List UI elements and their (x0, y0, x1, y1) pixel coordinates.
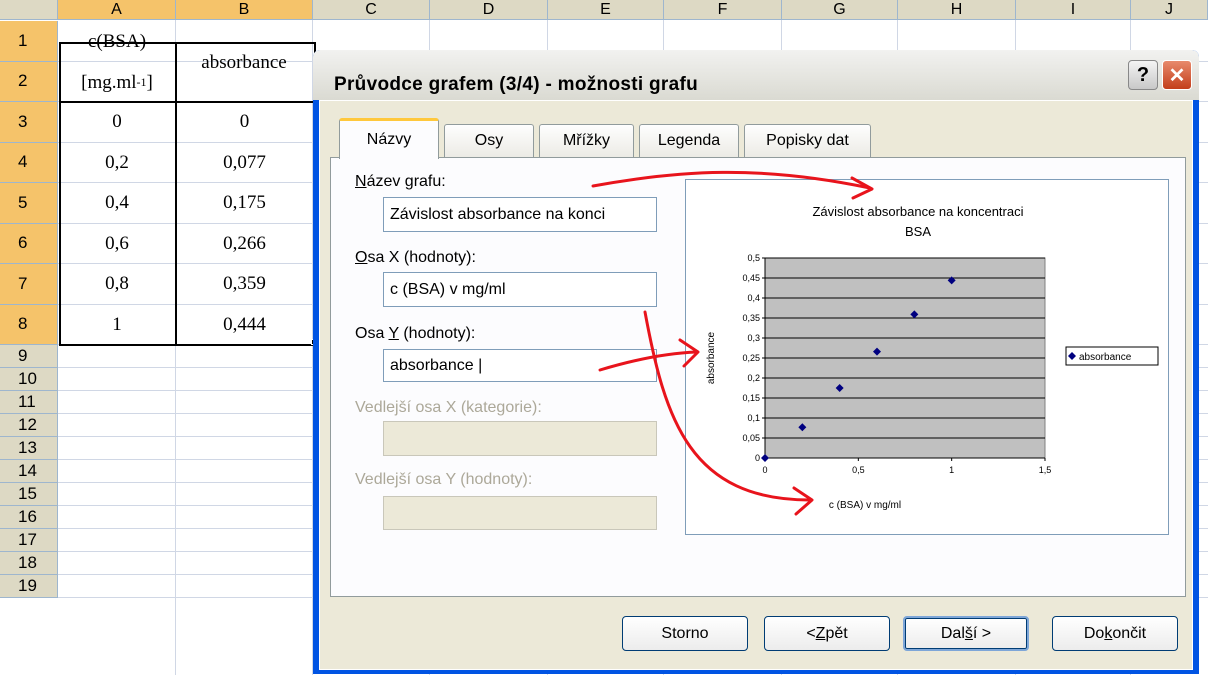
row-header-9[interactable]: 9 (0, 345, 58, 368)
x-tick-label: 0,5 (852, 465, 865, 475)
row-header-3[interactable]: 3 (0, 102, 58, 143)
y-axis-title: absorbance (706, 331, 717, 384)
secondary-y-axis-label: Vedlejší osa Y (hodnoty): (355, 471, 533, 488)
table-border-h (59, 101, 314, 103)
next-button[interactable]: Dal š í > (903, 616, 1029, 651)
column-header-e[interactable]: E (548, 0, 664, 20)
secondary-y-axis-input (383, 496, 657, 530)
selected-range (59, 42, 316, 346)
column-header-j[interactable]: J (1131, 0, 1208, 20)
y-tick-label: 0 (755, 453, 760, 463)
column-header-b[interactable]: B (176, 0, 313, 20)
column-header-h[interactable]: H (898, 0, 1016, 20)
row-header-13[interactable]: 13 (0, 437, 58, 460)
cancel-button[interactable]: Storno (622, 616, 748, 651)
tab-nazvy[interactable]: Názvy (339, 118, 439, 159)
row-header-2[interactable]: 2 (0, 61, 58, 102)
secondary-x-axis-input (383, 421, 657, 456)
column-header-g[interactable]: G (782, 0, 898, 20)
row-header-19[interactable]: 19 (0, 575, 58, 598)
row-header-16[interactable]: 16 (0, 506, 58, 529)
y-tick-label: 0,35 (742, 313, 760, 323)
tab-mrizky[interactable]: Mřížky (539, 124, 634, 157)
tab-popisky-dat[interactable]: Popisky dat (744, 124, 871, 157)
column-header-c[interactable]: C (313, 0, 430, 20)
select-all-corner[interactable] (0, 0, 58, 20)
close-button[interactable]: ✕ (1162, 60, 1192, 90)
row-header-1[interactable]: 1 (0, 21, 58, 62)
y-tick-label: 0,1 (747, 413, 760, 423)
secondary-x-axis-label: Vedlejší osa X (kategorie): (355, 399, 542, 416)
dialog-title: Průvodce grafem (3/4) - možnosti grafu (334, 74, 699, 95)
back-button[interactable]: < Zpět (764, 616, 890, 651)
column-header-d[interactable]: D (430, 0, 548, 20)
y-tick-label: 0,2 (747, 373, 760, 383)
y-axis-label: Osa Y (hodnoty): (355, 325, 476, 342)
x-axis-label: Osa X (hodnoty): (355, 249, 476, 266)
row-header-10[interactable]: 10 (0, 368, 58, 391)
row-header-15[interactable]: 15 (0, 483, 58, 506)
row-header-17[interactable]: 17 (0, 529, 58, 552)
chart-title-input[interactable]: Závislost absorbance na konci (383, 197, 657, 232)
y-tick-label: 0,05 (742, 433, 760, 443)
row-header-7[interactable]: 7 (0, 264, 58, 305)
x-tick-label: 1,5 (1039, 465, 1052, 475)
chart-title-label: Název grafu: (355, 173, 446, 190)
tab-osy[interactable]: Osy (444, 124, 534, 157)
y-tick-label: 0,3 (747, 333, 760, 343)
column-header-i[interactable]: I (1016, 0, 1131, 20)
x-tick-label: 1 (949, 465, 954, 475)
tab-legenda[interactable]: Legenda (639, 124, 739, 157)
y-tick-label: 0,25 (742, 353, 760, 363)
legend-label: absorbance (1079, 352, 1132, 363)
chart-svg: Závislost absorbance na koncentraciBSA00… (706, 204, 1159, 511)
x-tick-label: 0 (762, 465, 767, 475)
y-tick-label: 0,4 (747, 293, 760, 303)
row-header-14[interactable]: 14 (0, 460, 58, 483)
table-border-v (175, 42, 177, 344)
x-axis-input[interactable]: c (BSA) v mg/ml (383, 272, 657, 307)
y-tick-label: 0,45 (742, 273, 760, 283)
row-header-6[interactable]: 6 (0, 223, 58, 264)
y-axis-input[interactable]: absorbance | (383, 349, 657, 382)
column-header-f[interactable]: F (664, 0, 782, 20)
row-header-18[interactable]: 18 (0, 552, 58, 575)
chart-preview: Závislost absorbance na koncentraci BSA 0 0… (685, 179, 1169, 535)
chart-title-line1: Závislost absorbance na koncentraci (812, 204, 1023, 219)
row-header-8[interactable]: 8 (0, 304, 58, 345)
column-header-a[interactable]: A (58, 0, 176, 20)
finish-button[interactable]: Do k ončit (1052, 616, 1178, 651)
row-header-5[interactable]: 5 (0, 183, 58, 224)
chart-title-line2: BSA (905, 224, 931, 239)
help-button[interactable]: ? (1128, 60, 1158, 90)
y-tick-label: 0,15 (742, 393, 760, 403)
x-axis-title: c (BSA) v mg/ml (829, 500, 901, 511)
row-header-11[interactable]: 11 (0, 391, 58, 414)
row-header-4[interactable]: 4 (0, 142, 58, 183)
row-header-12[interactable]: 12 (0, 414, 58, 437)
y-tick-label: 0,5 (747, 253, 760, 263)
